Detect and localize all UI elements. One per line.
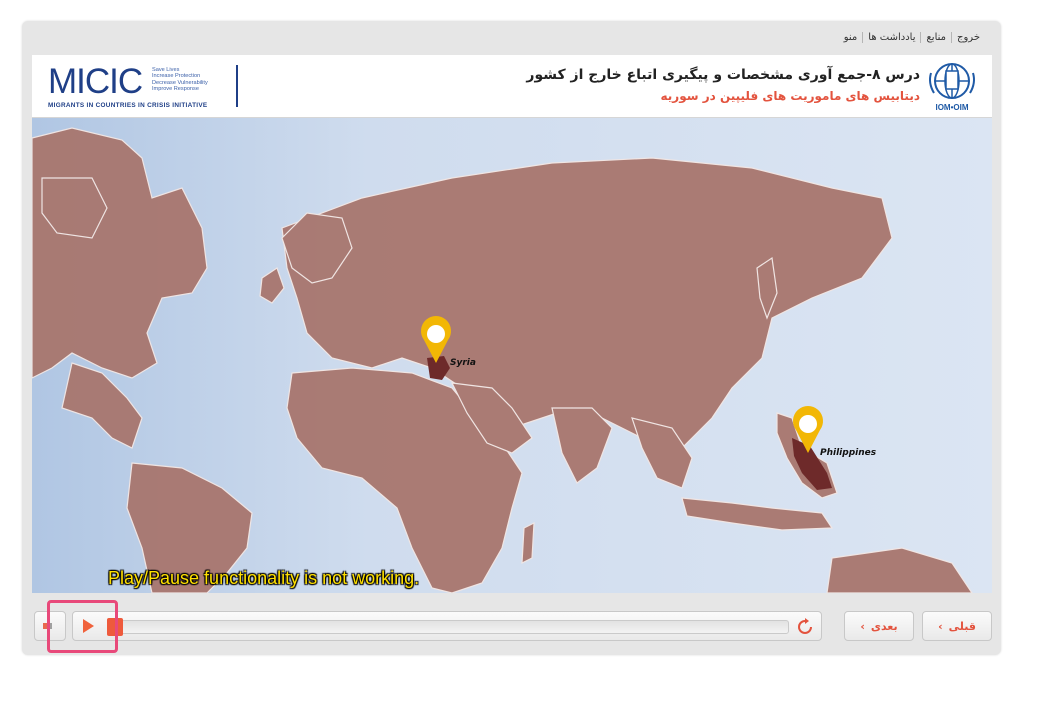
lesson-subtitle: دیتابیس های ماموریت های فلیپین در سوریه xyxy=(660,89,921,103)
australia xyxy=(826,547,973,593)
next-label: بعدی xyxy=(870,619,898,633)
prev-label: قبلی xyxy=(948,619,976,633)
india xyxy=(551,407,613,484)
chevron-left-icon: ‹ xyxy=(860,619,865,633)
micic-logo-word: MICIC xyxy=(48,62,143,101)
seek-track[interactable] xyxy=(109,620,789,634)
seekbar-container xyxy=(72,611,822,641)
menu-link[interactable]: منو xyxy=(839,32,863,43)
map-stage: Syria Philippines Play/Pause functionali… xyxy=(32,118,992,593)
resources-link[interactable]: منابع xyxy=(921,32,951,43)
notes-link[interactable]: یادداشت ها xyxy=(863,32,920,43)
next-button[interactable]: ‹ بعدی xyxy=(844,611,914,641)
map-pin-center xyxy=(799,415,817,433)
iom-logo: IOM•OIM xyxy=(926,59,978,113)
micic-logo: MICIC Save Lives Increase Protection Dec… xyxy=(48,63,248,111)
micic-taglines: Save Lives Increase Protection Decrease … xyxy=(152,67,208,92)
course-player: خروج منابع یادداشت ها منو MICIC Save Liv… xyxy=(22,21,1001,655)
world-map: Syria Philippines xyxy=(32,127,973,593)
micic-tagline: Decrease Vulnerability xyxy=(152,79,208,86)
iom-label: IOM•OIM xyxy=(935,103,969,112)
micic-tagline: Improve Response xyxy=(152,85,199,92)
landmass xyxy=(32,127,973,593)
map-pin-center xyxy=(427,325,445,343)
issue-highlight-box xyxy=(47,600,118,653)
chevron-left-icon: ‹ xyxy=(938,619,943,633)
error-annotation: Play/Pause functionality is not working. xyxy=(108,568,420,588)
playback-controls: ‹ بعدی ‹ قبلی xyxy=(32,608,992,642)
madagascar xyxy=(521,522,535,564)
britain xyxy=(259,267,285,304)
lesson-title: درس ۸-جمع آوری مشخصات و پیگیری اتباع خار… xyxy=(526,67,920,83)
iom-globe-icon xyxy=(929,63,975,99)
top-navigation: خروج منابع یادداشت ها منو xyxy=(839,29,985,45)
philippines-label: Philippines xyxy=(820,448,877,458)
micic-tagline: Increase Protection xyxy=(152,73,201,80)
course-header: MICIC Save Lives Increase Protection Dec… xyxy=(32,55,992,118)
north-america xyxy=(32,127,208,379)
syria-label: Syria xyxy=(450,358,476,368)
replay-icon[interactable] xyxy=(795,618,815,636)
indonesia xyxy=(681,497,834,531)
prev-button[interactable]: ‹ قبلی xyxy=(922,611,992,641)
micic-subtitle: MIGRANTS IN COUNTRIES IN CRISIS INITIATI… xyxy=(48,102,208,109)
logo-divider xyxy=(236,65,238,107)
exit-link[interactable]: خروج xyxy=(952,32,985,43)
